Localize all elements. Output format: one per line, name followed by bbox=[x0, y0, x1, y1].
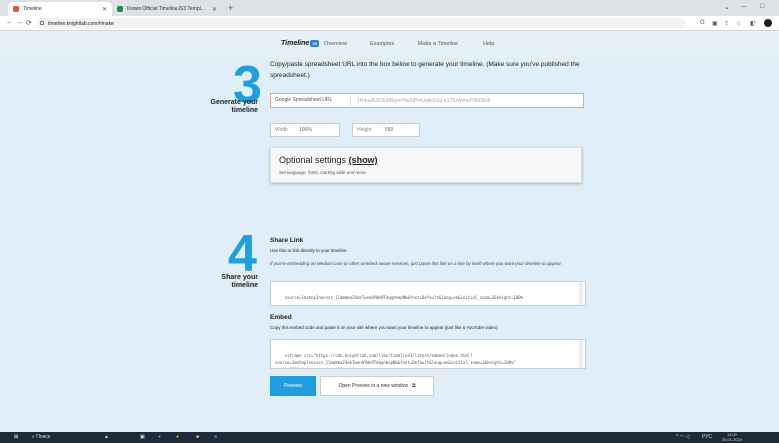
optional-settings-heading: Optional settings bbox=[279, 155, 347, 165]
open-preview-button[interactable]: Open Preview in a new window ⧉ bbox=[320, 376, 434, 396]
extension-icon[interactable]: ▣ bbox=[712, 20, 718, 27]
close-tab-icon[interactable]: ✕ bbox=[102, 6, 107, 13]
reload-icon[interactable]: ⟳ bbox=[26, 19, 32, 27]
taskbar-search[interactable]: ⌕ Поиск bbox=[32, 434, 92, 441]
step-3-instructions: Copy/paste spreadsheet URL into the box … bbox=[270, 61, 580, 79]
width-value: 100% bbox=[299, 127, 312, 133]
height-value: 650 bbox=[385, 127, 394, 133]
chrome-icon[interactable]: ● bbox=[176, 434, 179, 441]
site-nav: Timeline JS Overview Examples Make a Time… bbox=[0, 31, 779, 57]
scrollbar[interactable] bbox=[579, 282, 583, 305]
minimize-icon[interactable]: – bbox=[742, 3, 746, 10]
nav-overview[interactable]: Overview bbox=[324, 41, 347, 47]
windows-start-icon[interactable]: ⊞ bbox=[14, 434, 18, 441]
widgets-icon[interactable]: ▲ bbox=[104, 434, 109, 441]
tray-icons[interactable]: ^ ◠ ◁ bbox=[676, 434, 689, 441]
new-tab-icon[interactable]: + bbox=[228, 3, 233, 13]
timeline-favicon-icon bbox=[13, 6, 19, 12]
tab-timeline[interactable]: Timeline ✕ bbox=[8, 2, 112, 16]
share-icon[interactable]: ⇪ bbox=[724, 20, 729, 27]
embed-description: Copy this embed code and paste it on you… bbox=[270, 325, 499, 330]
maximize-icon[interactable]: □ bbox=[760, 3, 764, 10]
close-tab-icon[interactable]: ✕ bbox=[212, 6, 217, 13]
medium-note: If you're embedding on Medium.com or oth… bbox=[270, 261, 563, 266]
preview-button[interactable]: Preview bbox=[270, 376, 316, 396]
external-link-icon: ⧉ bbox=[411, 383, 416, 389]
forward-icon[interactable]: → bbox=[16, 19, 23, 26]
share-link-code: source=1mzhnp1nocvsz_1lmmmkaZ4ekTwen0YWn… bbox=[284, 295, 524, 300]
nav-make-timeline[interactable]: Make a Timeline bbox=[418, 41, 458, 47]
share-link-textbox[interactable]: source=1mzhnp1nocvsz_1lmmmkaZ4ekTwen0YWn… bbox=[270, 281, 586, 306]
height-field[interactable]: Height 650 bbox=[352, 123, 420, 137]
optional-settings-title: Optional settings (show) bbox=[279, 155, 378, 165]
logo-badge: JS bbox=[310, 40, 320, 47]
scrollbar[interactable] bbox=[579, 340, 583, 368]
main-content: 3 Generate your timeline Copy/paste spre… bbox=[0, 56, 779, 432]
height-label: Height bbox=[357, 127, 372, 133]
embed-code: <iframe src="https://cdn.knightlab.com/l… bbox=[275, 353, 516, 368]
bookmark-star-icon[interactable]: ☆ bbox=[736, 20, 741, 27]
taskbar: ⊞ ⌕ Поиск ▲ ▣ ● ● ■ ■ ^ ◠ ◁ РУС 11:00 25.… bbox=[0, 432, 779, 443]
tab-title: Timeline bbox=[23, 6, 42, 12]
optional-settings-card[interactable]: Optional settings (show) Set language, f… bbox=[270, 147, 582, 183]
spreadsheet-url-value: 1N4qaBZE3o8RgxeYiwSlPmUqkk0Gg-a1TKnMmcFN… bbox=[357, 98, 491, 104]
edge-icon[interactable]: ● bbox=[158, 434, 161, 441]
tab-title: Копия Official TimelineJS3 Templ... bbox=[127, 6, 205, 12]
back-icon[interactable]: ← bbox=[6, 19, 13, 26]
taskbar-search-label: Поиск bbox=[36, 434, 51, 440]
sidepanel-icon[interactable]: ◧ bbox=[750, 20, 756, 27]
address-bar: ← → ⟳ timeline.knightlab.com/#make G ▣ ⇪… bbox=[0, 16, 779, 31]
url-field[interactable]: timeline.knightlab.com/#make bbox=[36, 18, 686, 29]
file-explorer-icon[interactable]: ■ bbox=[196, 434, 199, 441]
nav-help[interactable]: Help bbox=[483, 41, 494, 47]
embed-code-textbox[interactable]: <iframe src="https://cdn.knightlab.com/l… bbox=[270, 339, 586, 369]
language-indicator[interactable]: РУС bbox=[702, 434, 712, 441]
width-label: Width bbox=[275, 127, 288, 133]
timeline-logo[interactable]: Timeline JS bbox=[281, 40, 320, 47]
url-text: timeline.knightlab.com/#make bbox=[48, 21, 114, 27]
embed-title: Embed bbox=[270, 314, 292, 321]
spreadsheet-url-field[interactable]: Google Spreadsheet URL 1N4qaBZE3o8RgxeYi… bbox=[270, 93, 584, 108]
share-link-title: Share Link bbox=[270, 237, 304, 244]
step-4-label: Share your timeline bbox=[221, 274, 258, 289]
browser-tab-strip: Timeline ✕ Копия Official TimelineJS3 Te… bbox=[0, 0, 779, 16]
task-view-icon[interactable]: ▣ bbox=[140, 434, 145, 441]
translate-icon[interactable]: G bbox=[700, 20, 705, 26]
clock[interactable]: 11:00 25.01.2024 bbox=[722, 432, 743, 442]
open-preview-label: Open Preview in a new window bbox=[338, 383, 408, 389]
optional-settings-description: Set language, fonts, starting slide and … bbox=[279, 170, 368, 175]
spreadsheet-url-label: Google Spreadsheet URL bbox=[275, 97, 333, 103]
width-field[interactable]: Width 100% bbox=[270, 123, 340, 137]
tab-spreadsheet[interactable]: Копия Official TimelineJS3 Templ... ✕ bbox=[112, 2, 222, 16]
share-link-description: Use this to link directly to your timeli… bbox=[270, 248, 348, 253]
nav-examples[interactable]: Examples bbox=[370, 41, 394, 47]
sheets-favicon-icon bbox=[117, 6, 123, 12]
tab-search-icon[interactable]: ⌄ bbox=[724, 3, 730, 11]
profile-avatar[interactable] bbox=[764, 19, 772, 27]
clock-date: 25.01.2024 bbox=[722, 437, 743, 442]
word-icon[interactable]: ■ bbox=[214, 434, 217, 441]
lock-icon bbox=[40, 21, 44, 25]
show-settings-link[interactable]: (show) bbox=[349, 155, 378, 165]
logo-text: Timeline bbox=[281, 40, 310, 47]
step-3-label: Generate your timeline bbox=[210, 99, 258, 114]
